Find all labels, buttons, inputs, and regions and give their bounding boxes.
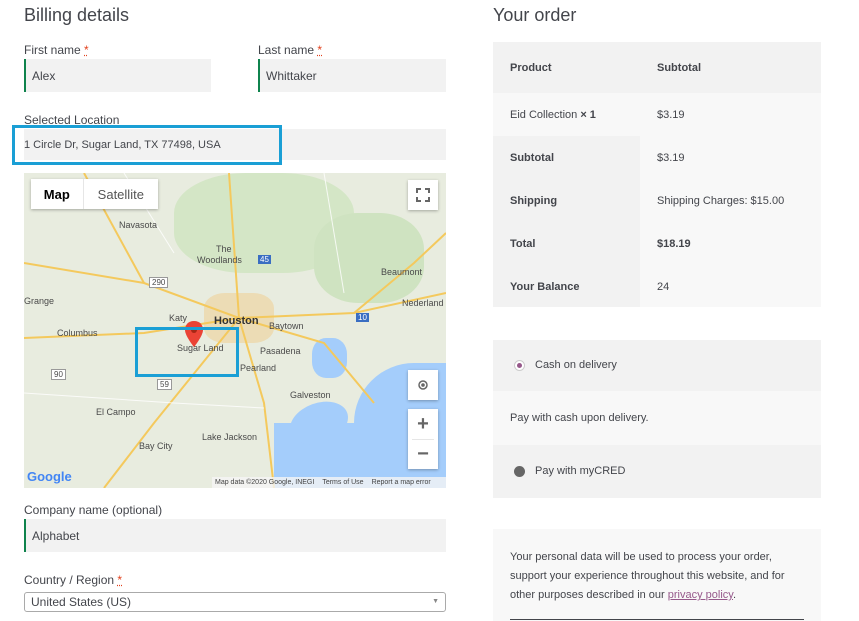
balance-value: 24: [657, 281, 670, 293]
country-value: United States (US): [31, 595, 132, 609]
radio-selected-dot: [517, 363, 522, 368]
zoom-out-button[interactable]: −: [408, 440, 438, 469]
company-label: Company name (optional): [24, 503, 163, 517]
col-subtotal: Subtotal: [657, 62, 701, 74]
hwy-45-shield: 45: [258, 255, 271, 264]
map-label-woodlands: Woodlands: [197, 255, 242, 265]
map-label-navasota: Navasota: [119, 220, 158, 230]
map-tab[interactable]: Map: [31, 179, 83, 209]
map-label-nederland: Nederland: [402, 298, 444, 308]
map-label-baytown: Baytown: [269, 321, 304, 331]
hwy-59-shield: 59: [157, 379, 172, 390]
sugar-land-highlight-box: [135, 327, 239, 377]
mycred-radio[interactable]: [514, 466, 525, 477]
cod-description-box: Pay with cash upon delivery.: [493, 391, 821, 445]
map-data-text: Map data ©2020 Google, INEGI: [215, 479, 315, 486]
map-label-houston: Houston: [214, 315, 259, 327]
hwy-290-shield: 290: [149, 277, 169, 288]
privacy-box: Your personal data will be used to proce…: [493, 529, 821, 621]
my-location-button[interactable]: [408, 370, 438, 400]
zoom-in-button[interactable]: +: [408, 409, 438, 439]
payment-mycred-option[interactable]: Pay with myCRED: [493, 445, 821, 498]
item-name: Eid Collection × 1: [510, 109, 596, 121]
map-label-columbus: Columbus: [57, 328, 98, 338]
company-value: Alphabet: [32, 528, 80, 543]
billing-title: Billing details: [24, 5, 130, 25]
mycred-label: Pay with myCRED: [535, 465, 626, 477]
cod-label: Cash on delivery: [535, 359, 617, 371]
hwy-10-shield: 10: [356, 313, 369, 322]
zoom-control: + −: [408, 409, 438, 469]
hwy-90-shield: 90: [51, 369, 66, 380]
cod-radio[interactable]: [514, 360, 525, 371]
privacy-policy-link[interactable]: privacy policy: [668, 589, 733, 601]
location-value: 1 Circle Dr, Sugar Land, TX 77498, USA: [24, 139, 221, 151]
payment-cod-option[interactable]: Cash on delivery: [493, 340, 821, 391]
map-label-pasadena: Pasadena: [260, 346, 301, 356]
map-label-pearland: Pearland: [240, 363, 277, 373]
subtotal-value: $3.19: [657, 152, 685, 164]
map-type-control: Map Satellite: [31, 179, 158, 209]
order-header-row: Product Subtotal: [493, 42, 821, 93]
last-name-field[interactable]: Whittaker: [258, 59, 446, 92]
first-name-label: First name *: [24, 43, 89, 57]
item-price: $3.19: [657, 109, 685, 121]
order-title: Your order: [493, 5, 577, 25]
order-item-row: Eid Collection × 1 $3.19: [493, 93, 821, 136]
map-label-bay-city: Bay City: [139, 441, 173, 451]
last-name-label: Last name *: [258, 43, 323, 57]
fullscreen-button[interactable]: [408, 180, 438, 210]
shipping-value: Shipping Charges: $15.00: [657, 195, 785, 207]
col-product: Product: [510, 62, 552, 74]
total-value: $18.19: [657, 238, 691, 250]
terms-link[interactable]: Terms of Use: [322, 479, 363, 486]
chevron-down-icon: ▼: [432, 598, 439, 605]
privacy-text: Your personal data will be used to proce…: [510, 551, 785, 601]
first-name-value: Alex: [32, 68, 56, 83]
shipping-label: Shipping: [510, 195, 558, 207]
map-label-lake-jackson: Lake Jackson: [202, 432, 258, 442]
report-error-link[interactable]: Report a map error: [372, 479, 431, 486]
map-label-galveston: Galveston: [290, 390, 331, 400]
google-logo[interactable]: Google: [27, 469, 72, 484]
map-label-el-campo: El Campo: [96, 407, 136, 417]
country-label: Country / Region *: [24, 573, 123, 587]
country-select[interactable]: United States (US) ▼: [24, 592, 446, 612]
divider: [510, 619, 804, 620]
map-label-grange: Grange: [24, 296, 55, 306]
fullscreen-icon: [416, 188, 430, 202]
map-attribution-bar: Map data ©2020 Google, INEGI Terms of Us…: [212, 477, 446, 488]
map-label-the: The: [216, 244, 232, 254]
subtotal-label: Subtotal: [510, 152, 554, 164]
map-label-beaumont: Beaumont: [381, 267, 423, 277]
satellite-tab[interactable]: Satellite: [82, 179, 158, 209]
last-name-value: Whittaker: [266, 68, 317, 83]
company-field[interactable]: Alphabet: [24, 519, 446, 552]
balance-label: Your Balance: [510, 281, 580, 293]
cod-description: Pay with cash upon delivery.: [510, 412, 649, 424]
first-name-field[interactable]: Alex: [24, 59, 211, 92]
crosshair-icon: [418, 380, 428, 390]
total-label: Total: [510, 238, 536, 250]
